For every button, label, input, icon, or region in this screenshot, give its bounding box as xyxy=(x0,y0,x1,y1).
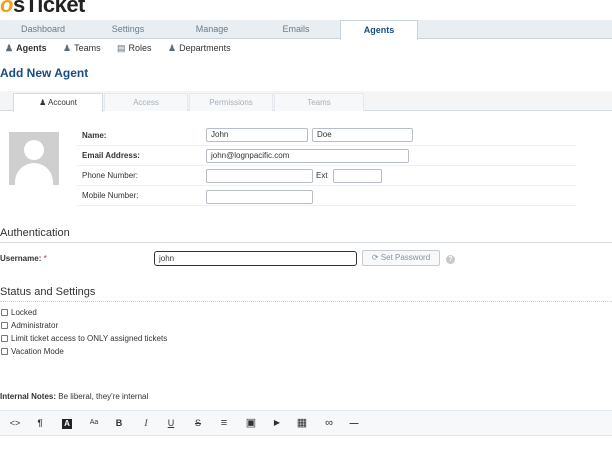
nav-tab-settings[interactable]: Settings xyxy=(86,20,170,39)
strikethrough-icon[interactable]: S xyxy=(187,411,209,435)
required-mark: * xyxy=(43,254,47,263)
tab-teams[interactable]: Teams xyxy=(274,93,364,111)
user-icon: ♟ xyxy=(39,98,47,107)
nav-tab-agents[interactable]: Agents xyxy=(340,20,418,40)
phone-row: Phone Number: Ext xyxy=(76,166,576,186)
font-size-icon[interactable]: Aa xyxy=(83,411,105,435)
paragraph-icon[interactable]: ¶ xyxy=(29,411,51,435)
name-label: Name: xyxy=(82,131,107,140)
email-row: Email Address: john@lognpacific.com xyxy=(76,146,576,166)
email-label: Email Address: xyxy=(82,151,140,160)
list-icon[interactable]: ≡ xyxy=(213,411,235,435)
users-icon: ♟ xyxy=(63,43,72,53)
mobile-input[interactable] xyxy=(206,190,313,204)
internal-notes-editor[interactable] xyxy=(0,437,612,474)
limit-access-option[interactable]: Limit ticket access to ONLY assigned tic… xyxy=(1,334,167,344)
locked-checkbox[interactable] xyxy=(1,309,8,316)
administrator-checkbox[interactable] xyxy=(1,322,8,329)
last-name-input[interactable]: Doe xyxy=(312,128,413,142)
code-icon[interactable]: <> xyxy=(4,411,26,435)
help-icon[interactable]: ? xyxy=(446,255,455,264)
mobile-row: Mobile Number: xyxy=(76,186,576,206)
main-nav: Dashboard Settings Manage Emails Agents xyxy=(0,20,612,40)
horizontal-rule-icon[interactable]: — xyxy=(343,411,365,435)
administrator-option[interactable]: Administrator xyxy=(1,321,58,331)
first-name-input[interactable]: John xyxy=(206,128,308,142)
bold-icon[interactable]: B xyxy=(108,411,130,435)
underline-icon[interactable]: U xyxy=(160,411,182,435)
app-logo[interactable]: osTicket xyxy=(0,0,85,17)
username-label: Username: * xyxy=(0,254,47,263)
agent-tabs: ♟ Account Access Permissions Teams xyxy=(0,91,612,112)
vacation-mode-option[interactable]: Vacation Mode xyxy=(1,347,64,357)
link-icon[interactable]: ∞ xyxy=(318,411,340,435)
tab-permissions[interactable]: Permissions xyxy=(189,93,273,111)
list-icon: ▤ xyxy=(117,43,126,53)
page-title: Add New Agent xyxy=(0,66,89,80)
subnav-teams[interactable]: ♟ Teams xyxy=(63,40,101,56)
ext-input[interactable] xyxy=(333,169,382,183)
email-input[interactable]: john@lognpacific.com xyxy=(206,149,409,163)
authentication-heading: Authentication xyxy=(0,227,70,239)
username-input[interactable]: john xyxy=(154,251,357,266)
tab-access[interactable]: Access xyxy=(104,93,188,111)
refresh-icon: ⟳ xyxy=(371,253,379,262)
text-color-icon[interactable]: A xyxy=(56,411,78,435)
nav-tab-dashboard[interactable]: Dashboard xyxy=(0,20,86,39)
status-heading: Status and Settings xyxy=(0,286,96,298)
phone-input[interactable] xyxy=(206,169,313,183)
phone-label: Phone Number: xyxy=(82,171,139,180)
mobile-label: Mobile Number: xyxy=(82,191,139,200)
avatar[interactable] xyxy=(9,132,59,185)
italic-icon[interactable]: I xyxy=(135,411,157,435)
locked-option[interactable]: Locked xyxy=(1,308,37,318)
name-row: Name: John Doe xyxy=(76,126,576,146)
subnav-roles[interactable]: ▤ Roles xyxy=(117,40,152,56)
subnav-departments[interactable]: ♟ Departments xyxy=(168,40,231,56)
nav-tab-manage[interactable]: Manage xyxy=(170,20,254,39)
user-icon: ♟ xyxy=(5,43,14,53)
ext-label: Ext xyxy=(316,171,328,180)
divider xyxy=(0,242,612,243)
video-icon[interactable]: ▶ xyxy=(266,411,288,435)
internal-notes-label: Internal Notes: Be liberal, they're inte… xyxy=(0,392,149,401)
set-password-button[interactable]: ⟳ Set Password xyxy=(362,250,440,266)
subnav-agents[interactable]: ♟ Agents xyxy=(5,40,47,56)
department-icon: ♟ xyxy=(168,43,177,53)
image-icon[interactable]: ▣ xyxy=(240,411,262,435)
tab-account[interactable]: ♟ Account xyxy=(13,93,103,112)
sub-nav: ♟ Agents ♟ Teams ▤ Roles ♟ Departments xyxy=(0,40,612,56)
vacation-mode-checkbox[interactable] xyxy=(1,348,8,355)
divider xyxy=(0,301,612,302)
limit-access-checkbox[interactable] xyxy=(1,335,8,342)
editor-toolbar: <> ¶ A Aa B I U S ≡ ▣ ▶ ▦ ∞ — xyxy=(0,410,612,436)
table-icon[interactable]: ▦ xyxy=(291,411,313,435)
nav-tab-emails[interactable]: Emails xyxy=(254,20,338,39)
